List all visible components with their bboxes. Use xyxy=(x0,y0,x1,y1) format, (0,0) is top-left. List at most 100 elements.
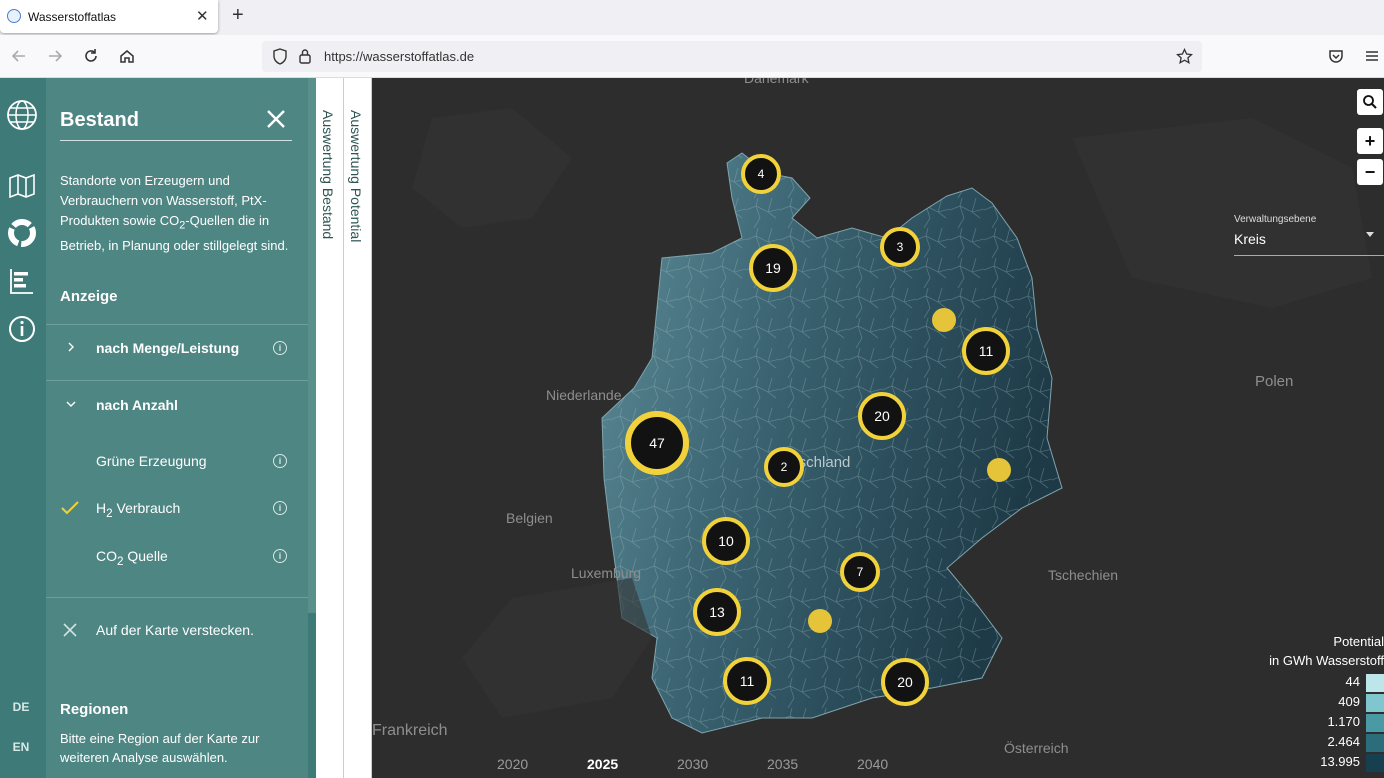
panel-description: Standorte von Erzeugern und Verbrauchern… xyxy=(60,173,289,253)
cluster-marker[interactable]: 47 xyxy=(625,411,689,475)
legend-title: Potential xyxy=(1333,634,1384,649)
bookmark-star-icon[interactable] xyxy=(1176,48,1193,65)
tab-auswertung-bestand[interactable]: Auswertung Bestand xyxy=(316,78,344,778)
cluster-marker[interactable]: 3 xyxy=(880,227,920,267)
year-2020[interactable]: 2020 xyxy=(497,756,528,772)
globe-favicon-icon xyxy=(7,9,21,23)
info-icon[interactable] xyxy=(5,312,39,346)
cluster-marker[interactable]: 11 xyxy=(962,327,1010,375)
site-marker[interactable] xyxy=(932,308,956,332)
gruene-erzeugung-label: Grüne Erzeugung xyxy=(96,453,207,469)
year-2040[interactable]: 2040 xyxy=(857,756,888,772)
anzeige-heading: Anzeige xyxy=(60,288,118,305)
tab-auswertung-potential-label: Auswertung Potential xyxy=(348,110,364,243)
info-icon[interactable]: i xyxy=(273,454,287,468)
select-underline xyxy=(1234,255,1384,256)
h2-verbrauch-option[interactable]: H2 Verbrauch i xyxy=(46,488,308,528)
donut-chart-icon[interactable] xyxy=(5,216,39,250)
co2-quelle-label: CO2 Quelle xyxy=(96,548,168,568)
scrollbar-thumb[interactable] xyxy=(308,613,316,778)
site-marker[interactable] xyxy=(987,458,1011,482)
legend-swatch xyxy=(1366,694,1384,712)
lock-icon[interactable] xyxy=(298,48,312,65)
menge-leistung-label: nach Menge/Leistung xyxy=(96,340,240,356)
language-de-button[interactable]: DE xyxy=(0,700,42,714)
year-timeline[interactable]: 2020 2025 2030 2035 2040 xyxy=(372,750,992,778)
zoom-in-button[interactable]: + xyxy=(1357,128,1383,154)
cluster-marker[interactable]: 20 xyxy=(881,658,929,706)
url-bar[interactable]: https://wasserstoffatlas.de xyxy=(262,41,1202,72)
pocket-icon[interactable] xyxy=(1327,47,1345,65)
panel-scrollbar[interactable] xyxy=(308,78,316,778)
dropdown-arrow-icon xyxy=(1366,232,1374,237)
regionen-heading: Regionen xyxy=(60,701,129,718)
browser-tab[interactable]: Wasserstoffatlas ✕ xyxy=(0,0,218,33)
cluster-marker[interactable]: 4 xyxy=(741,154,781,194)
tab-auswertung-potential[interactable]: Auswertung Potential xyxy=(344,78,372,778)
year-2035[interactable]: 2035 xyxy=(767,756,798,772)
h2-verbrauch-label: H2 Verbrauch xyxy=(96,500,181,520)
site-marker[interactable] xyxy=(808,609,832,633)
legend-value: 1.170 xyxy=(1327,714,1360,729)
map-canvas[interactable]: Dänemark Niederlande Belgien Luxemburg F… xyxy=(372,78,1384,778)
info-icon[interactable]: i xyxy=(273,501,287,515)
label-polen: Polen xyxy=(1255,373,1294,390)
forward-arrow-icon[interactable] xyxy=(46,47,64,65)
divider xyxy=(46,380,308,381)
close-panel-icon[interactable] xyxy=(264,107,288,131)
panel-title: Bestand xyxy=(60,109,139,131)
label-frankreich: Frankreich xyxy=(372,722,448,739)
map-icon[interactable] xyxy=(5,169,39,203)
cluster-marker[interactable]: 10 xyxy=(702,517,750,565)
divider xyxy=(46,597,308,598)
info-icon[interactable]: i xyxy=(273,341,287,355)
year-2030[interactable]: 2030 xyxy=(677,756,708,772)
checkmark-icon xyxy=(61,501,79,515)
label-oesterreich: Österreich xyxy=(1004,740,1069,756)
hide-on-map-option[interactable]: Auf der Karte verstecken. xyxy=(46,610,308,650)
icon-rail: DE EN xyxy=(0,78,46,778)
legend-unit: in GWh Wasserstoff xyxy=(1269,653,1384,668)
shield-icon[interactable] xyxy=(272,48,288,65)
globe-logo-icon[interactable] xyxy=(5,98,39,132)
new-tab-button[interactable]: + xyxy=(232,4,244,27)
panel-divider xyxy=(60,140,292,141)
close-tab-icon[interactable]: ✕ xyxy=(196,7,209,25)
chevron-right-icon xyxy=(68,342,74,352)
legend-swatch xyxy=(1366,714,1384,732)
home-icon[interactable] xyxy=(118,47,136,65)
chevron-down-icon xyxy=(66,401,76,407)
search-icon xyxy=(1363,95,1377,109)
cluster-marker[interactable]: 11 xyxy=(723,657,771,705)
anzahl-label: nach Anzahl xyxy=(96,397,178,413)
info-icon[interactable]: i xyxy=(273,549,287,563)
hide-on-map-label: Auf der Karte verstecken. xyxy=(96,622,254,638)
back-arrow-icon[interactable] xyxy=(10,47,28,65)
map-search-button[interactable] xyxy=(1357,89,1383,115)
cluster-marker[interactable]: 7 xyxy=(840,552,880,592)
browser-navbar: https://wasserstoffatlas.de xyxy=(0,35,1384,78)
language-en-button[interactable]: EN xyxy=(0,740,42,754)
menge-leistung-option[interactable]: nach Menge/Leistung i xyxy=(46,328,308,368)
co2-quelle-option[interactable]: CO2 Quelle i xyxy=(46,536,308,576)
cluster-marker[interactable]: 19 xyxy=(749,244,797,292)
menu-hamburger-icon[interactable] xyxy=(1363,47,1381,65)
legend-swatch xyxy=(1366,734,1384,752)
label-luxemburg: Luxemburg xyxy=(571,565,642,581)
verwaltungsebene-label: Verwaltungsebene xyxy=(1234,214,1317,225)
zoom-out-button[interactable]: − xyxy=(1357,159,1383,185)
reload-icon[interactable] xyxy=(82,47,100,65)
regionen-text: Bitte eine Region auf der Karte zur weit… xyxy=(60,731,260,765)
cluster-marker[interactable]: 20 xyxy=(858,392,906,440)
bar-chart-icon[interactable] xyxy=(5,264,39,298)
anzahl-option[interactable]: nach Anzahl xyxy=(46,385,308,425)
gruene-erzeugung-option[interactable]: Grüne Erzeugung i xyxy=(46,441,308,481)
cluster-marker[interactable]: 13 xyxy=(693,588,741,636)
legend-swatch xyxy=(1366,674,1384,692)
divider xyxy=(46,324,308,325)
verwaltungsebene-select[interactable]: Verwaltungsebene Kreis xyxy=(1234,214,1384,256)
legend-value: 13.995 xyxy=(1320,754,1360,769)
year-2025[interactable]: 2025 xyxy=(587,756,618,772)
legend-value: 409 xyxy=(1338,694,1360,709)
cluster-marker[interactable]: 2 xyxy=(764,447,804,487)
